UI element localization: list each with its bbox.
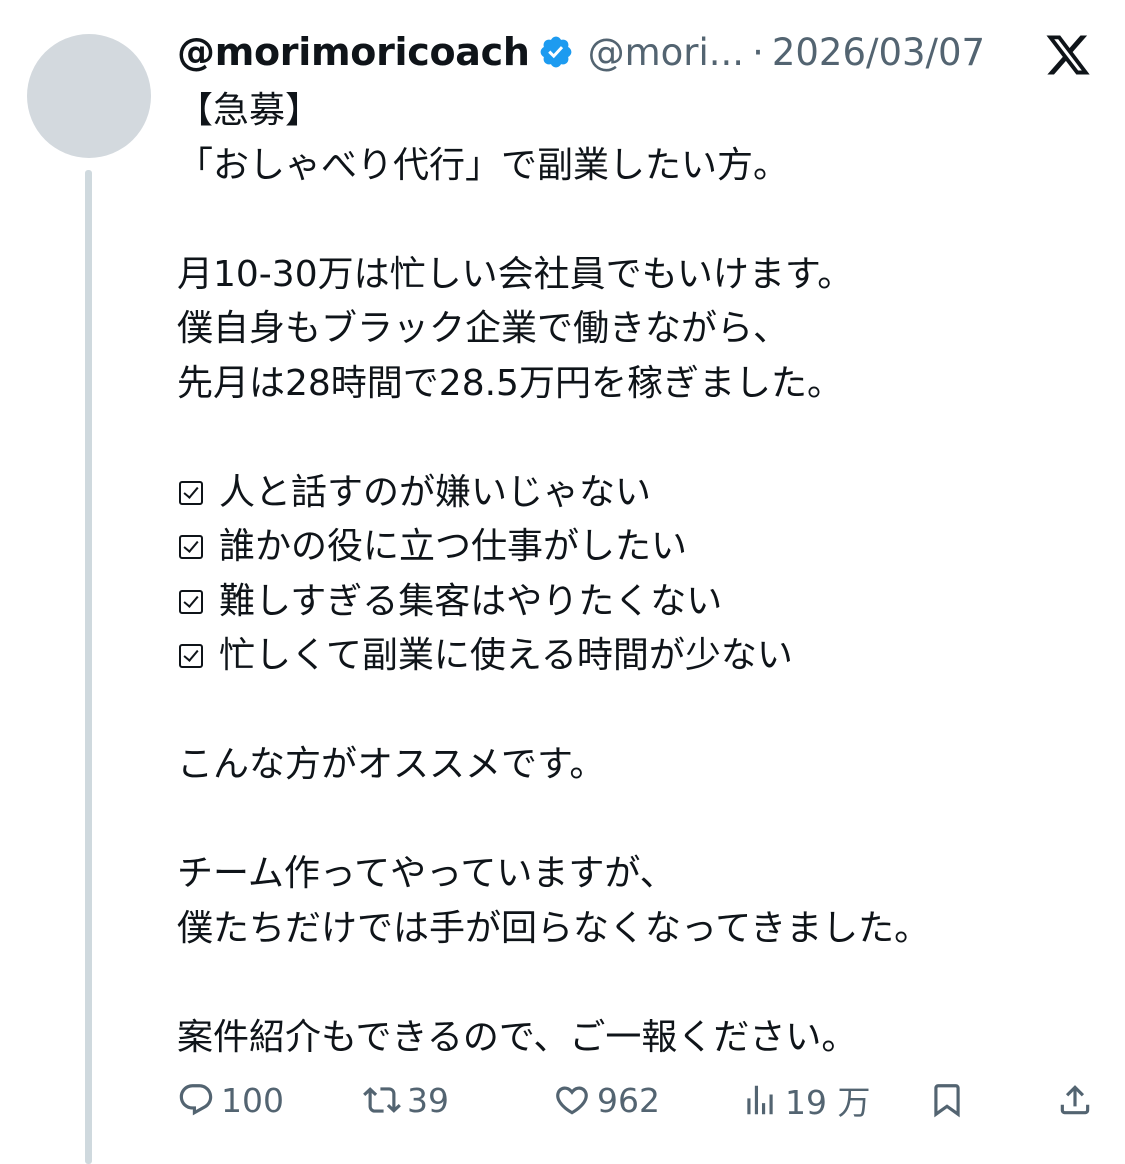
tweet-line: 先月は28時間で28.5万円を稼ぎました。 [177, 362, 843, 404]
checklist-item: 人と話すのが嫌いじゃない [177, 466, 1077, 521]
share-icon [1060, 1085, 1090, 1115]
tweet-line [177, 956, 1077, 1011]
tweet-line [177, 411, 1077, 466]
checklist-item-text: 人と話すのが嫌いじゃない [219, 471, 652, 513]
tweet-line: 僕たちだけでは手が回らなくなってきました。 [177, 907, 931, 949]
checklist-item-text: 誰かの役に立つ仕事がしたい [219, 526, 688, 567]
post-date[interactable]: 2026/03/07 [772, 31, 985, 74]
repost-count: 39 [407, 1080, 449, 1120]
tweet-line: 「おしゃべり代行」で副業したい方。 [177, 144, 790, 186]
checkbox-icon [179, 535, 203, 560]
separator-dot: · [752, 30, 764, 74]
handle[interactable]: @mori... [588, 31, 744, 74]
tweet-text: 【急募】 「おしゃべり代行」で副業したい方。 月10-30万は忙しい会社員でもい… [177, 84, 1077, 1065]
tweet-line: チーム作ってやっていますが、 [177, 853, 676, 894]
reply-count: 100 [221, 1080, 284, 1120]
checklist-item-text: 難しすぎる集客はやりたくない [219, 580, 723, 622]
checkbox-icon [179, 480, 203, 505]
reply-button[interactable]: 100 [177, 1073, 284, 1127]
bookmark-button[interactable] [928, 1073, 966, 1127]
tweet-header: @morimoricoach @mori... · 2026/03/07 [177, 24, 985, 80]
heart-icon [556, 1086, 588, 1115]
tweet-line: こんな方がオススメです。 [177, 744, 606, 785]
tweet-line: 案件紹介もできるので、ご一報ください。 [177, 1016, 858, 1058]
repost-button[interactable]: 39 [363, 1073, 449, 1127]
thread-line [85, 170, 92, 1164]
views-chart-icon [747, 1085, 773, 1115]
action-bar: 100 39 962 19 万 [0, 1073, 1125, 1127]
views-button[interactable]: 19 万 [741, 1073, 870, 1127]
checkbox-icon [179, 644, 203, 669]
checkbox-icon [179, 589, 203, 614]
verified-badge-icon [540, 36, 571, 68]
checklist-item-text: 忙しくて副業に使える時間が少ない [219, 635, 793, 676]
reply-icon [179, 1084, 213, 1116]
repost-icon [363, 1087, 401, 1113]
tweet-line: 月10-30万は忙しい会社員でもいけます。 [177, 253, 854, 295]
x-logo-icon[interactable] [1043, 31, 1093, 79]
display-name[interactable]: @morimoricoach [177, 30, 530, 74]
checklist-item: 誰かの役に立つ仕事がしたい [177, 520, 1077, 575]
checklist-item: 難しすぎる集客はやりたくない [177, 575, 1077, 630]
tweet-line [177, 684, 1077, 739]
checklist-item: 忙しくて副業に使える時間が少ない [177, 629, 1077, 684]
avatar[interactable] [27, 34, 151, 158]
tweet-line: 【急募】 [177, 90, 322, 131]
share-button[interactable] [1056, 1073, 1094, 1127]
tweet-line: 僕自身もブラック企業で働きながら、 [177, 308, 790, 349]
like-count: 962 [597, 1080, 660, 1120]
views-count: 19 万 [785, 1083, 871, 1122]
tweet-line [177, 793, 1077, 848]
tweet-line [177, 193, 1077, 248]
bookmark-icon [934, 1084, 960, 1118]
like-button[interactable]: 962 [553, 1073, 660, 1127]
